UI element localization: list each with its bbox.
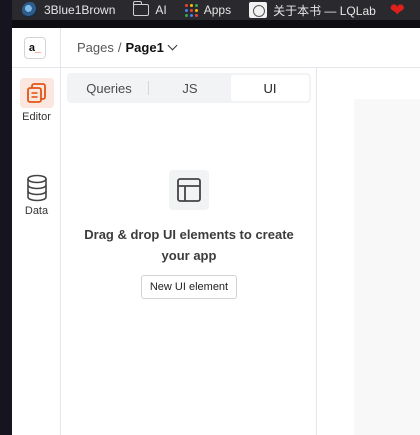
folder-icon <box>132 1 150 16</box>
app-window: a _ Pages / Page1 Editor Data Queries JS… <box>12 28 420 435</box>
logo-underscore: _ <box>35 42 42 54</box>
rail-item-data[interactable]: Data <box>12 174 61 217</box>
editor-icon-background <box>19 78 54 108</box>
bookmarks-bar: 3Blue1Brown AI Apps 关于本书 — LQLab ❤ <box>12 0 420 20</box>
explorer-panel: Queries JS UI Drag & drop UI elements to… <box>61 68 317 435</box>
top-bar: a _ Pages / Page1 <box>12 28 420 68</box>
tab-ui[interactable]: UI <box>231 75 309 101</box>
layout-icon-background <box>169 170 209 210</box>
lqlab-favicon-icon <box>249 2 268 18</box>
apps-grid-icon <box>184 3 198 17</box>
bookmark-label: 3Blue1Brown <box>44 3 116 17</box>
editor-icon <box>26 83 46 103</box>
app-logo[interactable]: a _ <box>24 37 46 59</box>
rail-item-editor[interactable]: Editor <box>12 78 61 123</box>
empty-state: Drag & drop UI elements to create your a… <box>61 170 317 299</box>
database-icon <box>26 174 47 202</box>
3b1b-logo-icon <box>22 2 38 18</box>
breadcrumb-parent[interactable]: Pages <box>77 40 114 55</box>
empty-state-message: Drag & drop UI elements to create your a… <box>84 227 294 263</box>
bookmark-label: Apps <box>203 3 232 17</box>
bookmark-3blue1brown[interactable]: 3Blue1Brown <box>12 0 123 20</box>
bookmark-folder-ai[interactable]: AI <box>123 0 174 20</box>
divider <box>60 28 61 68</box>
bookmark-lqlab[interactable]: 关于本书 — LQLab <box>239 0 384 20</box>
left-rail: Editor Data <box>12 68 61 435</box>
window-edge <box>0 0 12 435</box>
bookmark-label: 关于本书 — LQLab <box>273 3 376 18</box>
rail-item-label: Data <box>24 205 49 217</box>
heart-icon[interactable]: ❤ <box>386 0 405 20</box>
tab-queries[interactable]: Queries <box>69 75 149 101</box>
tab-js[interactable]: JS <box>149 75 231 101</box>
canvas-area <box>318 68 420 435</box>
breadcrumb-separator: / <box>117 40 122 55</box>
chevron-down-icon[interactable] <box>167 40 178 51</box>
rail-item-label: Editor <box>22 111 51 123</box>
bookmark-apps[interactable]: Apps <box>175 0 239 20</box>
breadcrumb: Pages / Page1 <box>77 40 178 55</box>
breadcrumb-current-page[interactable]: Page1 <box>126 40 164 55</box>
canvas[interactable] <box>354 99 420 435</box>
panel-tabs: Queries JS UI <box>67 73 311 103</box>
bookmark-label: AI <box>155 3 167 17</box>
new-ui-element-button[interactable]: New UI element <box>140 275 238 299</box>
layout-icon <box>177 178 201 202</box>
